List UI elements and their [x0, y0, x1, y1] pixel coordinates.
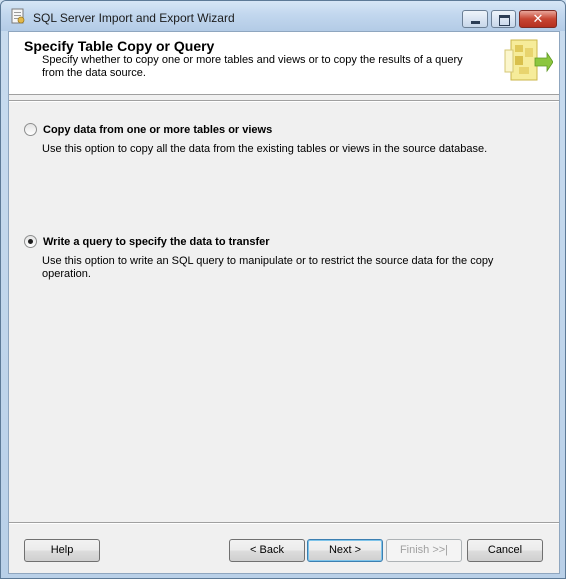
- wizard-banner-icon: [504, 39, 553, 81]
- page-header: Specify Table Copy or Query Specify whet…: [9, 32, 559, 95]
- header-divider: [9, 100, 559, 102]
- footer-divider: [9, 522, 559, 524]
- close-button[interactable]: ✕: [519, 10, 557, 28]
- page-description: Specify whether to copy one or more tabl…: [42, 54, 463, 79]
- wizard-body: Specify Table Copy or Query Specify whet…: [8, 31, 560, 574]
- option-copy-tables-description: Use this option to copy all the data fro…: [42, 143, 488, 155]
- radio-write-query[interactable]: [24, 235, 37, 248]
- wizard-window: SQL Server Import and Export Wizard ✕ Sp…: [0, 0, 566, 579]
- option-write-query[interactable]: Write a query to specify the data to tra…: [24, 235, 270, 248]
- next-button[interactable]: Next >: [307, 539, 383, 562]
- window-title: SQL Server Import and Export Wizard: [33, 11, 235, 25]
- maximize-button[interactable]: [491, 10, 516, 28]
- app-icon: [11, 8, 25, 24]
- option-copy-tables-label[interactable]: Copy data from one or more tables or vie…: [43, 124, 272, 136]
- help-button[interactable]: Help: [24, 539, 100, 562]
- finish-button[interactable]: Finish >>|: [386, 539, 462, 562]
- close-icon: ✕: [532, 11, 544, 26]
- maximize-icon: [499, 15, 510, 26]
- option-write-query-description: Use this option to write an SQL query to…: [42, 255, 494, 280]
- radio-copy-tables[interactable]: [24, 123, 37, 136]
- title-bar[interactable]: SQL Server Import and Export Wizard ✕: [1, 1, 565, 31]
- minimize-button[interactable]: [462, 10, 488, 28]
- back-button[interactable]: < Back: [229, 539, 305, 562]
- page-title: Specify Table Copy or Query: [24, 38, 215, 54]
- minimize-icon: [471, 21, 480, 24]
- option-write-query-label[interactable]: Write a query to specify the data to tra…: [43, 236, 270, 248]
- option-copy-tables[interactable]: Copy data from one or more tables or vie…: [24, 123, 272, 136]
- cancel-button[interactable]: Cancel: [467, 539, 543, 562]
